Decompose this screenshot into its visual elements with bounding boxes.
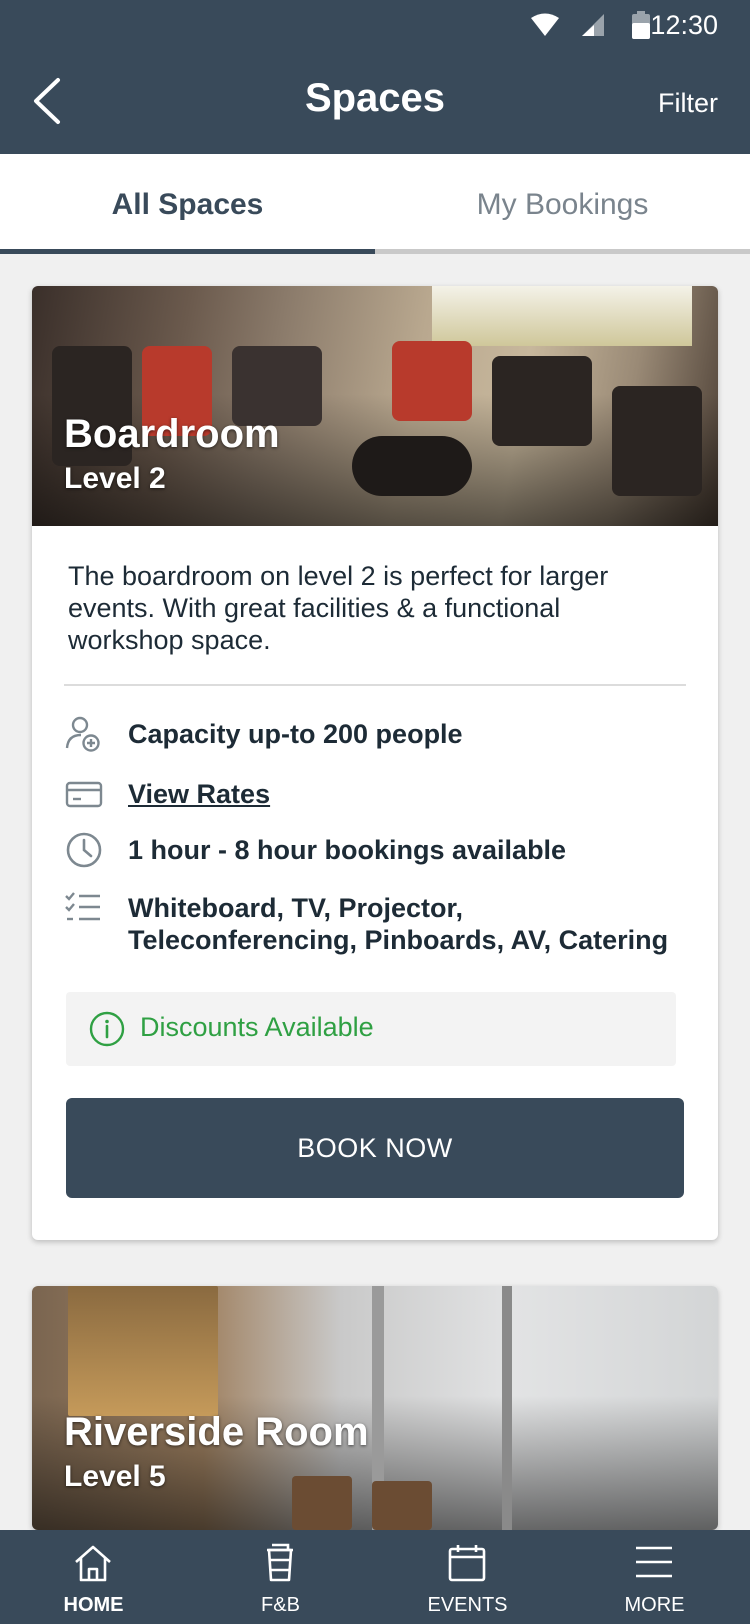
nav-events[interactable]: EVENTS	[374, 1530, 561, 1624]
space-level: Level 2	[64, 462, 166, 495]
space-photo-riverside-room: Riverside Room Level 5	[32, 1286, 718, 1530]
photo-chair	[392, 341, 472, 421]
photo-chair	[492, 356, 592, 446]
add-user-icon	[65, 716, 100, 752]
nav-home-label: HOME	[63, 1594, 124, 1616]
app-bar: Spaces Filter	[0, 50, 750, 154]
cup-icon	[267, 1543, 293, 1582]
photo-chair	[612, 386, 702, 496]
space-card-boardroom: Boardroom Level 2 The boardroom on level…	[32, 286, 718, 1240]
tab-my-bookings[interactable]: My Bookings	[375, 154, 750, 254]
status-bar: 12:30	[0, 0, 750, 50]
home-icon	[75, 1545, 111, 1582]
divider	[64, 684, 686, 686]
signal-icon	[582, 14, 604, 36]
photo-chair	[292, 1476, 352, 1530]
checklist-icon	[65, 892, 100, 921]
space-photo-boardroom: Boardroom Level 2	[32, 286, 718, 526]
photo-window	[432, 286, 692, 346]
nav-more[interactable]: MORE	[561, 1530, 748, 1624]
duration-text: 1 hour - 8 hour bookings available	[128, 835, 567, 865]
nav-home[interactable]: HOME	[0, 1530, 187, 1624]
discount-banner[interactable]: Discounts Available	[66, 992, 676, 1066]
credit-card-icon	[65, 781, 103, 808]
photo-frame	[502, 1286, 512, 1530]
page-title: Spaces	[304, 76, 446, 120]
nav-fb[interactable]: F&B	[187, 1530, 374, 1624]
book-now-button[interactable]: BOOK NOW	[66, 1098, 684, 1198]
clock-icon	[66, 832, 102, 868]
nav-events-label: EVENTS	[427, 1594, 508, 1616]
battery-icon	[632, 11, 650, 39]
tab-indicator	[0, 249, 375, 254]
photo-table	[352, 436, 472, 496]
info-icon	[89, 1011, 125, 1047]
nav-fb-label: F&B	[261, 1594, 300, 1616]
nav-more-label: MORE	[624, 1594, 685, 1616]
amenities-text: Whiteboard, TV, Projector, Teleconferenc…	[128, 893, 669, 955]
photo-chair	[372, 1481, 432, 1530]
calendar-icon	[448, 1545, 486, 1582]
view-rates-link[interactable]: View Rates	[128, 778, 688, 810]
discount-text: Discounts Available	[140, 1012, 374, 1042]
wifi-icon	[531, 13, 559, 36]
status-time: 12:30	[650, 10, 718, 40]
space-description: The boardroom on level 2 is perfect for …	[68, 561, 609, 655]
menu-icon	[636, 1546, 672, 1578]
tab-indicator-track	[0, 249, 750, 254]
capacity-text: Capacity up-to 200 people	[128, 719, 463, 749]
space-card-riverside-room: Riverside Room Level 5	[32, 1286, 718, 1530]
space-level: Level 5	[64, 1460, 166, 1493]
tab-all-spaces[interactable]: All Spaces	[0, 154, 375, 254]
space-name: Riverside Room	[64, 1410, 369, 1454]
photo-painting	[68, 1286, 218, 1416]
space-name: Boardroom	[64, 412, 280, 456]
bottom-navigation: HOME F&B EVENTS MORE	[0, 1530, 750, 1624]
filter-button[interactable]: Filter	[658, 88, 718, 119]
tab-bar: All Spaces My Bookings	[0, 154, 750, 254]
